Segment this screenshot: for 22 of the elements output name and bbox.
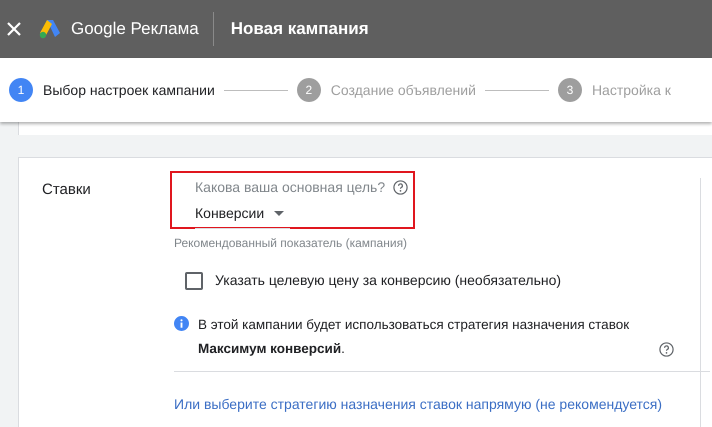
step-number[interactable]: 1 [9,78,33,102]
goal-dropdown[interactable]: Конверсии [195,203,290,229]
goal-label: Какова ваша основная цель? [195,178,386,197]
step-label[interactable]: Создание объявлений [330,80,476,100]
checkbox-label: Указать целевую цену за конверсию (необязательно) [215,271,562,290]
help-icon[interactable] [659,342,674,357]
page-title: Новая кампания [230,18,369,40]
checkbox[interactable] [185,272,203,290]
step-label[interactable]: Выбор настроек кампании [43,80,215,100]
hint-text: Рекомендованный показатель (кампания) [174,235,408,252]
logo-icon [39,19,61,39]
step-label[interactable]: Настройка к [592,80,671,100]
info-icon [174,316,189,331]
section-label: Ставки [41,180,92,200]
strategy-link[interactable]: Или выберите стратегию назначения ставок напрямую (не рекомендуется) [174,394,700,415]
step-number[interactable]: 2 [296,78,321,102]
product-name: Google Реклама [71,18,199,40]
caret-icon [274,211,284,216]
step-number[interactable]: 3 [558,78,582,102]
help-icon[interactable] [393,180,408,195]
close-icon[interactable] [7,22,21,36]
info-text: В этой кампании будет использоваться стратегия назначения ставок Максимум конверсий. [198,316,630,358]
